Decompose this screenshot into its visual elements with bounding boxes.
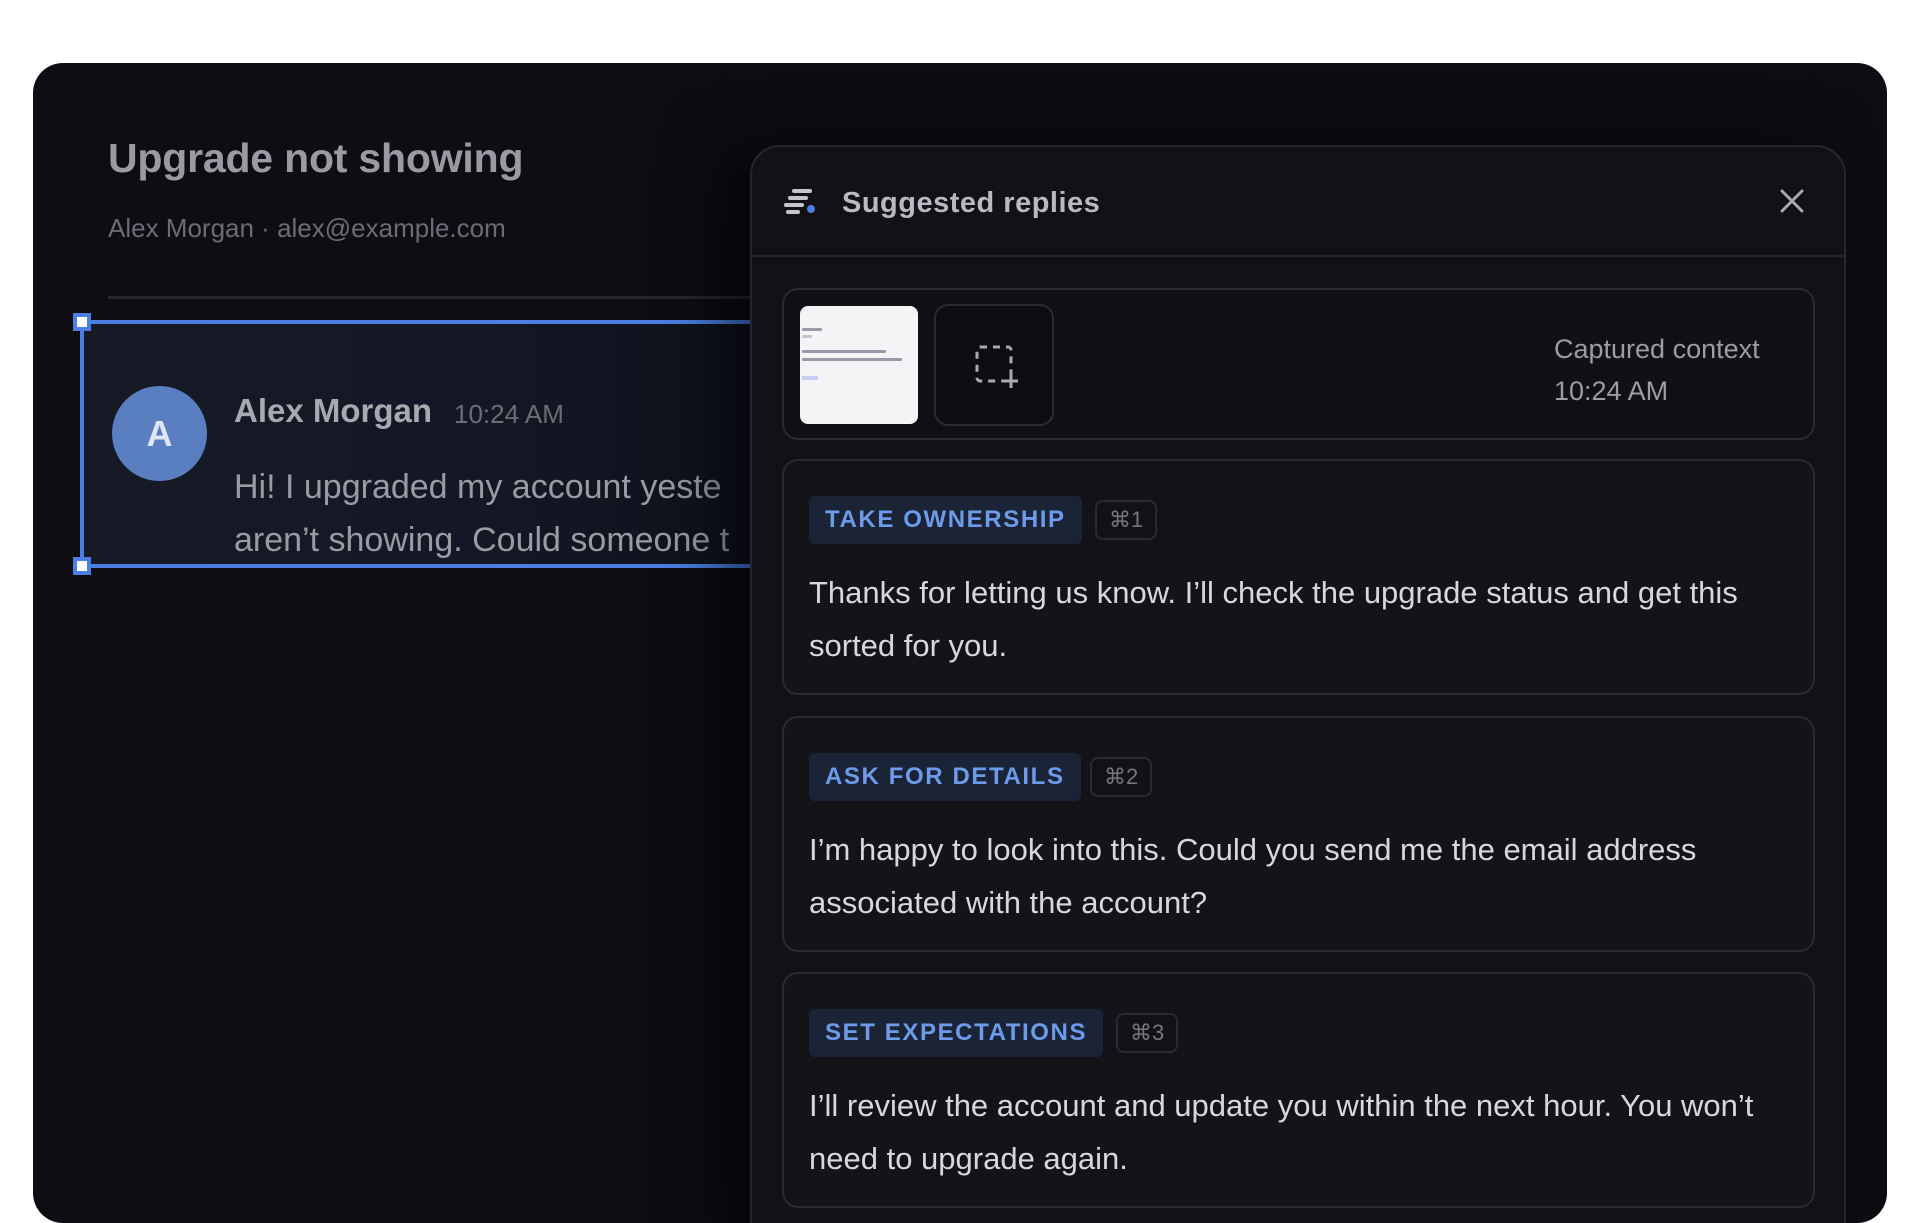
context-info: Captured context 10:24 AM <box>1554 328 1799 412</box>
close-icon[interactable] <box>1776 185 1808 217</box>
message-timestamp: 10:24 AM <box>454 399 564 429</box>
reply-card[interactable]: ASK FOR DETAILS ⌘2 I’m happy to look int… <box>782 716 1815 952</box>
selection-handle-bottom-left[interactable] <box>73 557 91 575</box>
reply-tag: TAKE OWNERSHIP <box>809 496 1082 544</box>
reply-text: I’ll review the account and update you w… <box>809 1088 1754 1176</box>
capture-region-icon <box>975 345 1018 388</box>
reply-shortcut: ⌘1 <box>1095 500 1158 540</box>
captured-context: Captured context 10:24 AM <box>782 288 1815 440</box>
reply-card[interactable]: TAKE OWNERSHIP ⌘1 Thanks for letting us … <box>782 459 1815 695</box>
reply-text: Thanks for letting us know. I’ll check t… <box>809 575 1738 663</box>
screenshot-thumbnail[interactable] <box>800 306 918 424</box>
panel-header: Suggested replies <box>752 147 1844 257</box>
reply-shortcut: ⌘2 <box>1090 757 1153 797</box>
customer-message[interactable]: A Alex Morgan 10:24 AM Hi! I upgraded my… <box>73 313 840 575</box>
suggested-replies-panel: Suggested replies Captured context 10:24… <box>750 145 1846 1223</box>
selection-handle-top-left[interactable] <box>73 313 91 331</box>
capture-region-button[interactable] <box>934 304 1054 426</box>
reply-tag: SET EXPECTATIONS <box>809 1009 1104 1057</box>
header-divider <box>108 296 808 299</box>
context-label: Captured context <box>1554 334 1760 364</box>
reply-shortcut: ⌘3 <box>1116 1013 1179 1053</box>
sparkle-lines-icon <box>784 187 818 215</box>
app-window: Upgrade not showing Alex Morgan · alex@e… <box>33 63 1887 1223</box>
panel-title: Suggested replies <box>842 187 1101 219</box>
ticket-title: Upgrade not showing <box>108 135 524 181</box>
avatar: A <box>112 386 207 481</box>
reply-card[interactable]: SET EXPECTATIONS ⌘3 I’ll review the acco… <box>782 972 1815 1208</box>
ticket-requester: Alex Morgan · alex@example.com <box>108 213 506 243</box>
reply-text: I’m happy to look into this. Could you s… <box>809 832 1697 920</box>
context-time: 10:24 AM <box>1554 376 1669 406</box>
message-author: Alex Morgan <box>234 392 433 429</box>
reply-tag: ASK FOR DETAILS <box>809 753 1081 801</box>
